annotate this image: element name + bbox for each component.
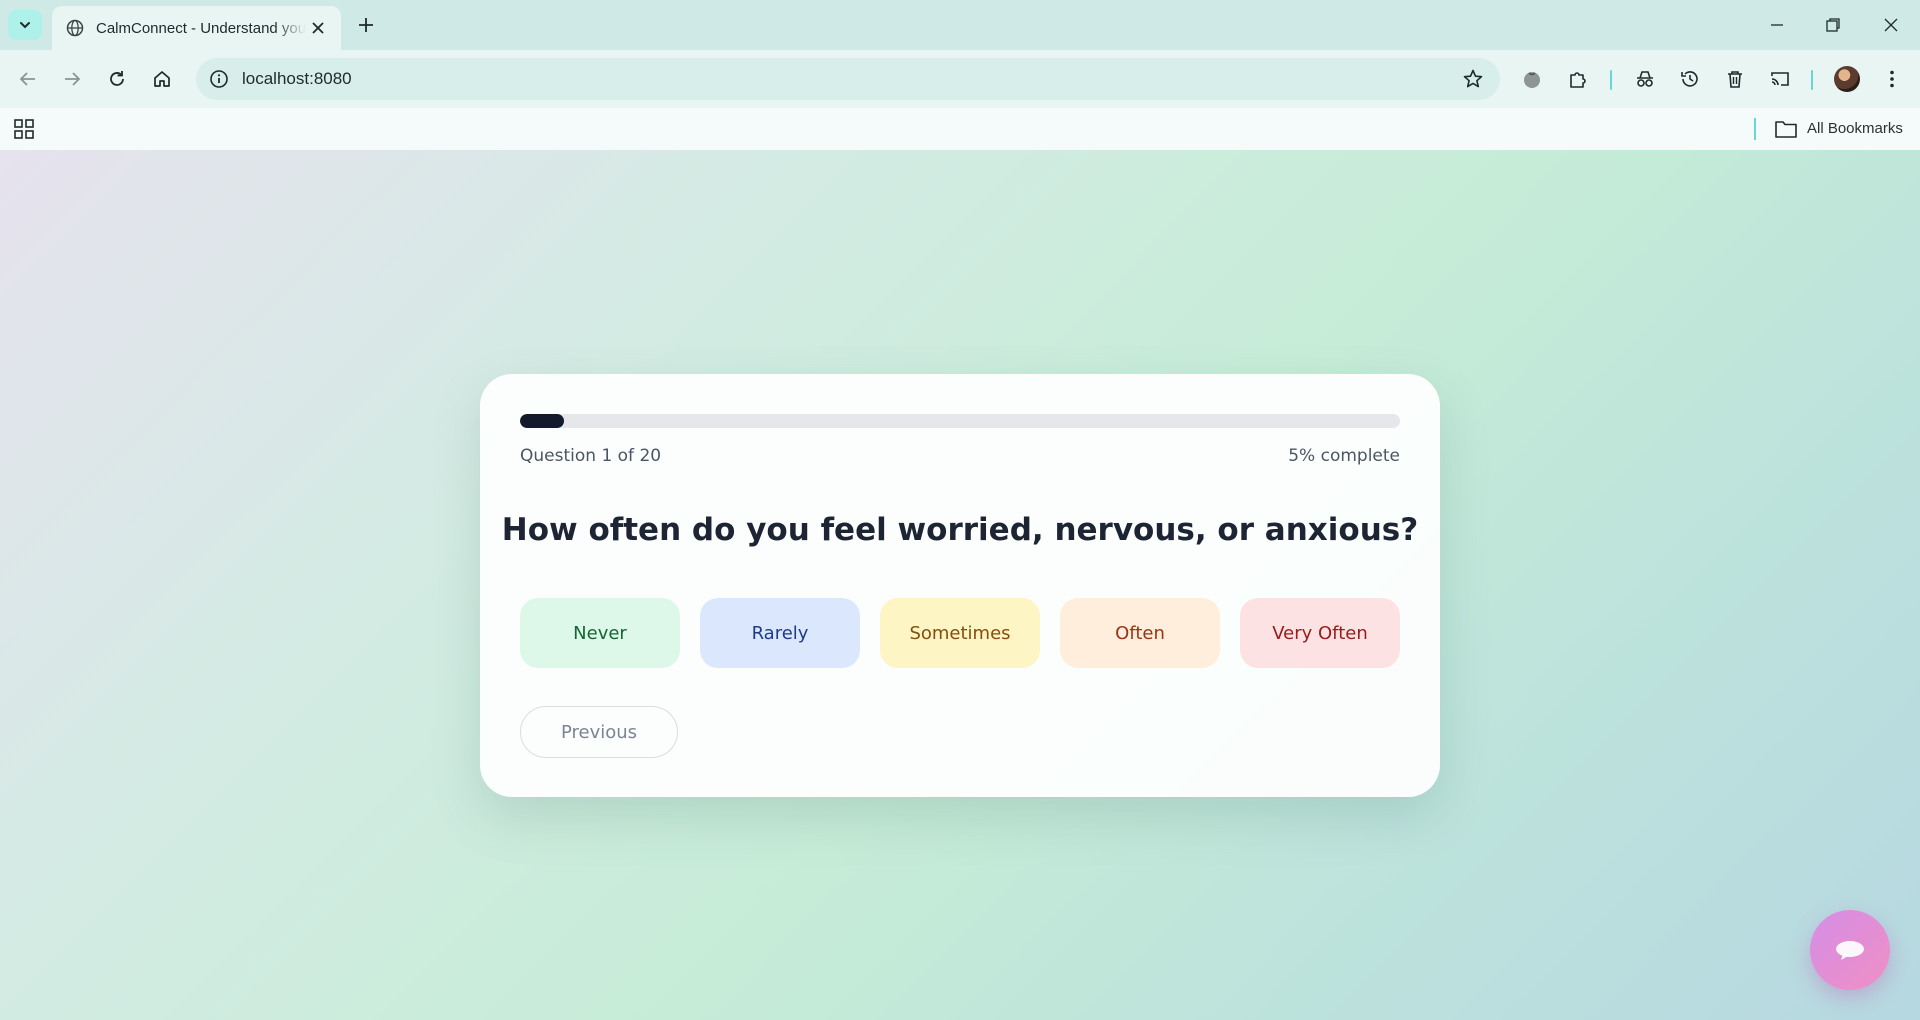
option-often-button[interactable]: Often — [1060, 598, 1220, 668]
tab-title: CalmConnect - Understand your — [96, 19, 306, 37]
bookmarks-bar: All Bookmarks — [0, 108, 1920, 150]
chevron-down-icon — [20, 22, 30, 29]
all-bookmarks-link[interactable]: All Bookmarks — [1807, 120, 1903, 137]
minimize-icon — [1771, 24, 1783, 26]
reload-button[interactable] — [103, 65, 131, 93]
back-button[interactable] — [14, 65, 42, 93]
home-button[interactable] — [148, 65, 176, 93]
progress-bar — [520, 414, 1400, 428]
arrow-right-icon — [65, 72, 81, 86]
option-rarely-button[interactable]: Rarely — [700, 598, 860, 668]
restore-button[interactable] — [1820, 12, 1846, 38]
site-info-icon[interactable] — [208, 68, 230, 90]
profile-avatar[interactable] — [1834, 66, 1860, 92]
quiz-card: Question 1 of 20 5% complete How often d… — [480, 374, 1440, 797]
forward-button[interactable] — [58, 65, 86, 93]
puzzle-icon — [1570, 72, 1586, 88]
cast-button[interactable] — [1766, 65, 1794, 93]
toolbar-separator — [1610, 70, 1612, 90]
tab-search-button[interactable] — [8, 10, 42, 40]
history-icon — [1681, 71, 1698, 87]
extensions-button[interactable] — [1564, 65, 1592, 93]
chat-bubble-icon — [1836, 941, 1864, 960]
question-text: How often do you feel worried, nervous, … — [501, 512, 1419, 548]
reload-icon — [110, 71, 124, 86]
extension-tomato-button[interactable] — [1518, 65, 1546, 93]
menu-button[interactable] — [1878, 65, 1906, 93]
folder-icon[interactable] — [1774, 118, 1798, 140]
progress-fill — [520, 414, 564, 428]
page-viewport: Question 1 of 20 5% complete How often d… — [0, 150, 1920, 1020]
chat-button[interactable] — [1810, 910, 1890, 990]
more-vertical-icon — [1890, 70, 1894, 88]
toolbar-separator — [1811, 70, 1813, 90]
close-window-button[interactable] — [1878, 12, 1904, 38]
tomato-icon — [1524, 72, 1540, 88]
history-button[interactable] — [1676, 65, 1704, 93]
globe-icon — [66, 19, 84, 37]
minimize-button[interactable] — [1764, 12, 1790, 38]
incognito-icon — [1637, 71, 1653, 87]
url-text[interactable]: localhost:8080 — [242, 69, 352, 89]
close-icon[interactable] — [309, 19, 327, 37]
star-icon[interactable] — [1462, 68, 1484, 90]
cast-icon — [1771, 72, 1789, 86]
previous-button[interactable]: Previous — [520, 706, 678, 758]
arrow-left-icon — [19, 72, 35, 86]
browser-toolbar: localhost:8080 — [0, 50, 1920, 108]
active-tab[interactable]: CalmConnect - Understand your — [52, 6, 341, 50]
option-very-often-button[interactable]: Very Often — [1240, 598, 1400, 668]
address-bar[interactable]: localhost:8080 — [196, 58, 1500, 100]
progress-percent: 5% complete — [1288, 446, 1400, 466]
incognito-button[interactable] — [1631, 65, 1659, 93]
restore-icon — [1826, 18, 1840, 32]
apps-grid-icon[interactable] — [12, 117, 36, 141]
option-sometimes-button[interactable]: Sometimes — [880, 598, 1040, 668]
new-tab-icon[interactable] — [354, 13, 378, 37]
close-icon — [1884, 18, 1898, 32]
delete-button[interactable] — [1721, 65, 1749, 93]
tab-strip: CalmConnect - Understand your — [0, 0, 1920, 50]
bookmarks-separator — [1754, 118, 1756, 140]
answer-options: Never Rarely Sometimes Often Very Often — [520, 598, 1400, 668]
question-counter: Question 1 of 20 — [520, 446, 662, 466]
home-icon — [154, 71, 170, 87]
option-never-button[interactable]: Never — [520, 598, 680, 668]
trash-icon — [1728, 71, 1742, 88]
